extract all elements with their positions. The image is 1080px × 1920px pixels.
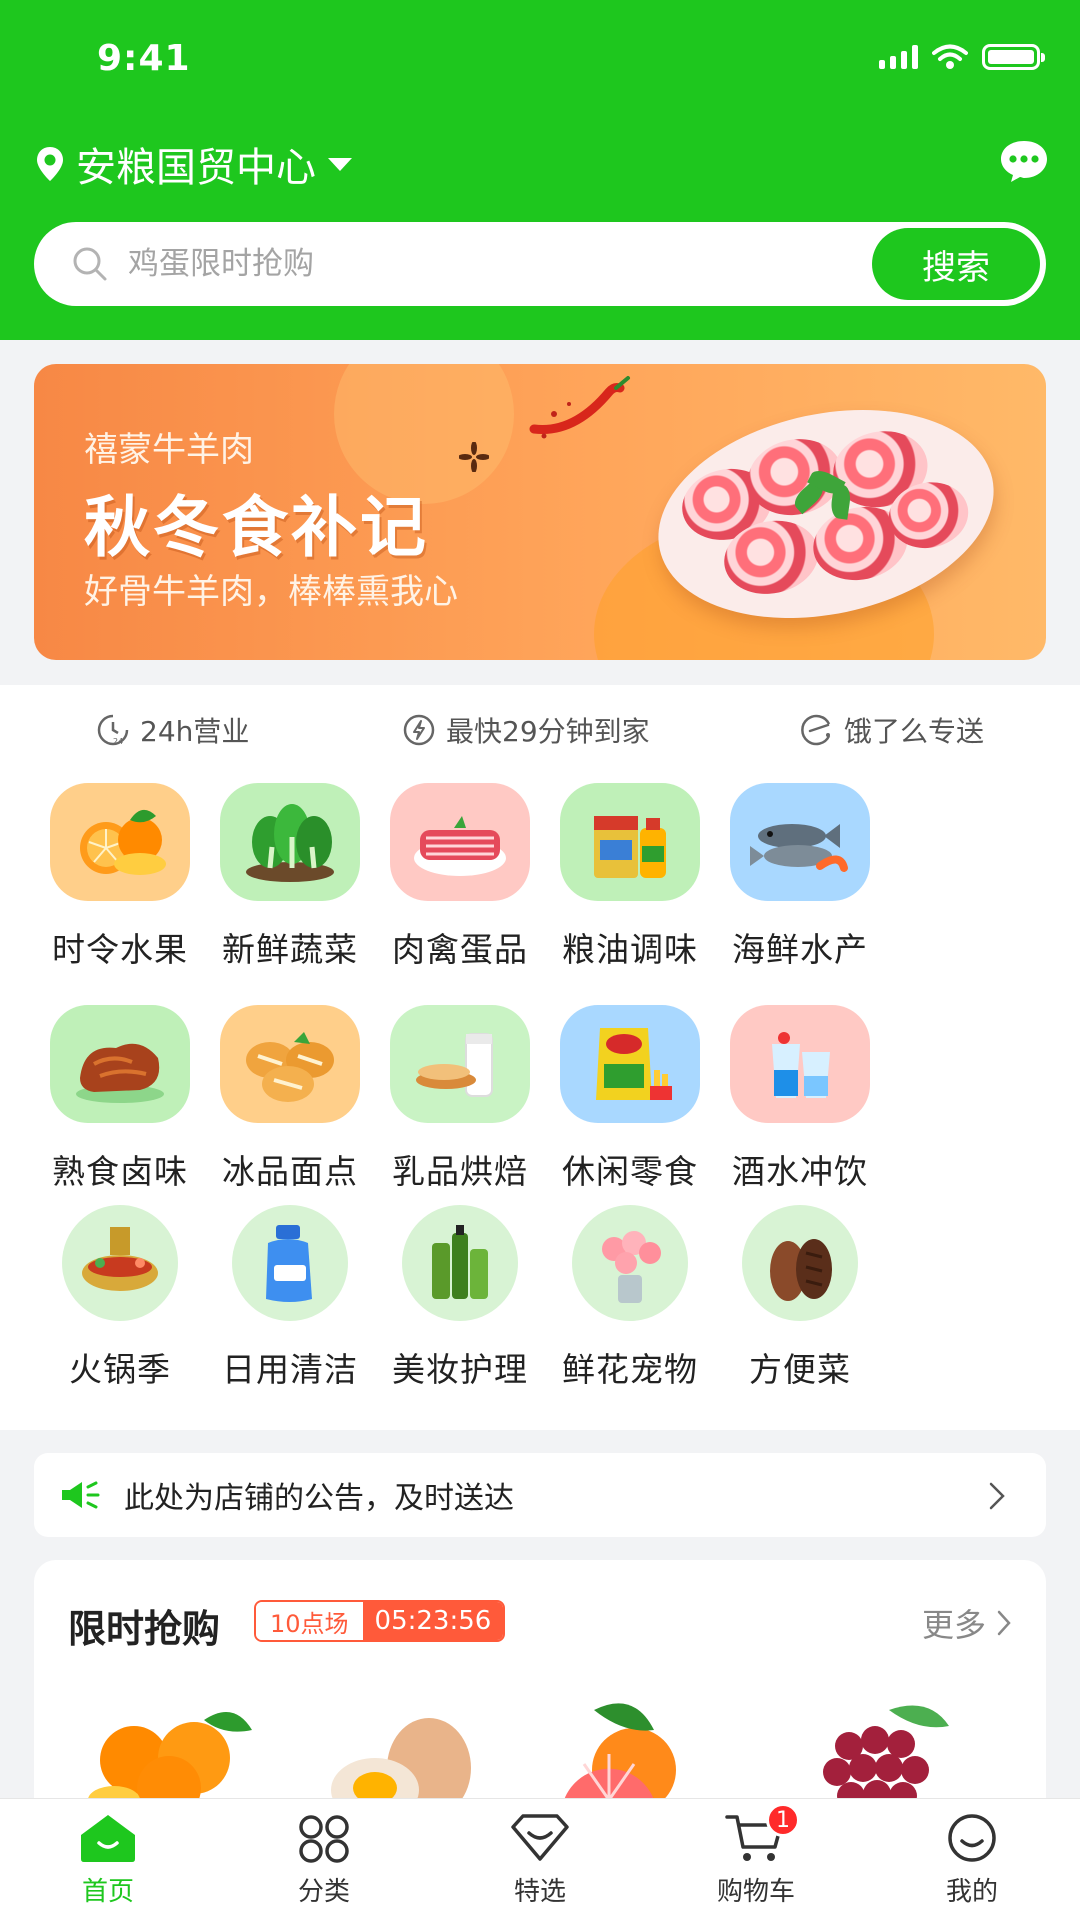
- feature-fast-delivery: 最快29分钟到家: [402, 710, 650, 750]
- promo-banner[interactable]: 禧蒙牛羊肉 秋冬食补记 好骨牛羊肉，棒棒熏我心: [34, 364, 1046, 660]
- banner-subtitle: 禧蒙牛羊肉: [84, 430, 254, 470]
- category-section: 24 24h营业 最快29分钟到家 饿了么专送 时令水果 新鲜蔬菜 肉禽蛋品 粮…: [0, 685, 1080, 1430]
- wifi-icon: [932, 44, 968, 69]
- meat-icon: [390, 783, 530, 901]
- tab-profile[interactable]: 我的: [864, 1799, 1080, 1920]
- svg-text:24: 24: [113, 737, 123, 746]
- category-drink[interactable]: 酒水冲饮: [700, 1005, 900, 1193]
- grain-oil-icon: [560, 783, 700, 901]
- more-link[interactable]: 更多: [922, 1600, 1012, 1646]
- tab-bar: 首页 分类 特选 1 购物车 我的: [0, 1798, 1080, 1920]
- category-icon: [299, 1815, 349, 1863]
- banner-description: 好骨牛羊肉，棒棒熏我心: [84, 572, 458, 612]
- status-icons: [879, 44, 1045, 70]
- status-bar: 9:41: [0, 0, 1080, 120]
- cosmetics-icon: [402, 1205, 518, 1321]
- store-notice[interactable]: 此处为店铺的公告，及时送达: [34, 1453, 1046, 1537]
- convenience-food-icon: [742, 1205, 858, 1321]
- star-anise-icon: [459, 442, 489, 472]
- caret-down-icon: [328, 157, 352, 171]
- category-seafood[interactable]: 海鲜水产: [700, 783, 900, 971]
- notice-text: 此处为店铺的公告，及时送达: [124, 1481, 514, 1516]
- snack-icon: [560, 1005, 700, 1123]
- message-icon[interactable]: [998, 138, 1050, 184]
- clock-24h-icon: 24: [97, 714, 129, 746]
- tab-category[interactable]: 分类: [216, 1799, 432, 1920]
- battery-icon: [982, 44, 1045, 70]
- search-input[interactable]: [128, 246, 828, 282]
- diamond-icon: [511, 1814, 569, 1861]
- drink-icon: [730, 1005, 870, 1123]
- home-icon: [81, 1815, 135, 1862]
- search-bar: 搜索: [34, 222, 1046, 306]
- tab-home[interactable]: 首页: [0, 1799, 216, 1920]
- chili-icon: [529, 376, 630, 439]
- vegetable-icon: [220, 783, 360, 901]
- feature-24h: 24 24h营业: [96, 710, 249, 750]
- category-convenience-food[interactable]: 方便菜: [700, 1205, 900, 1391]
- location-pin-icon: [37, 147, 63, 181]
- cooked-food-icon: [50, 1005, 190, 1123]
- header: 9:41 安粮国贸中心 鸡蛋限时抢购 搜索: [0, 0, 1080, 340]
- profile-icon: [948, 1814, 996, 1862]
- feature-eleme: 饿了么专送: [800, 710, 984, 750]
- countdown: 05:23:56: [362, 1602, 504, 1640]
- chevron-right-icon: [997, 1610, 1011, 1636]
- flash-sale-timer: 10点场 05:23:56: [254, 1600, 506, 1642]
- bakery-icon: [220, 1005, 360, 1123]
- fruit-icon: [50, 783, 190, 901]
- flash-sale-section: 限时抢购 10点场 05:23:56 更多: [34, 1560, 1046, 1820]
- service-features: 24 24h营业 最快29分钟到家 饿了么专送: [0, 710, 1080, 754]
- hotpot-icon: [62, 1205, 178, 1321]
- banner-title: 秋冬食补记: [84, 489, 429, 566]
- search-button[interactable]: 搜索: [872, 228, 1040, 300]
- status-time: 9:41: [97, 38, 191, 79]
- speaker-icon: [62, 1481, 100, 1509]
- location-name: 安粮国贸中心: [76, 145, 316, 191]
- tab-featured[interactable]: 特选: [432, 1799, 648, 1920]
- session-label: 10点场: [256, 1602, 363, 1640]
- dairy-icon: [390, 1005, 530, 1123]
- tab-cart[interactable]: 1 购物车: [648, 1799, 864, 1920]
- lightning-icon: [403, 714, 435, 746]
- signal-icon: [879, 45, 918, 69]
- search-icon: [73, 247, 107, 281]
- flower-icon: [572, 1205, 688, 1321]
- chevron-right-icon: [989, 1482, 1005, 1510]
- cart-badge: 1: [766, 1803, 800, 1837]
- seafood-icon: [730, 783, 870, 901]
- eleme-icon: [801, 714, 831, 746]
- location-selector[interactable]: 安粮国贸中心: [36, 135, 352, 193]
- cleaning-icon: [232, 1205, 348, 1321]
- flash-sale-title: 限时抢购: [68, 1607, 221, 1651]
